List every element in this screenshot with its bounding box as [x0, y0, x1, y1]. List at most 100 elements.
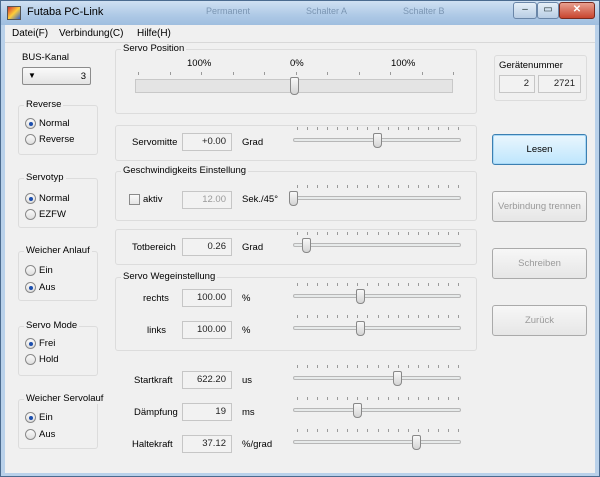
- rechts-field[interactable]: 100.00: [182, 289, 232, 307]
- verbindung-trennen-button[interactable]: Verbindung trennen: [492, 191, 587, 222]
- tick-mark: [438, 397, 439, 400]
- tick-mark: [458, 232, 459, 235]
- tick-mark: [327, 185, 328, 188]
- bus-kanal-label: BUS-Kanal: [22, 52, 69, 63]
- window-title: Futaba PC-Link: [27, 6, 104, 18]
- reverse-reverse-radio[interactable]: [25, 134, 36, 145]
- servomitte-field[interactable]: +0.00: [182, 133, 232, 151]
- lesen-button[interactable]: Lesen: [492, 134, 587, 165]
- servomitte-slider[interactable]: [373, 133, 382, 148]
- tick-mark: [378, 315, 379, 318]
- zurueck-button[interactable]: Zurück: [492, 305, 587, 336]
- tick-mark: [347, 365, 348, 368]
- haltekraft-field[interactable]: 37.12: [182, 435, 232, 453]
- tick-mark: [448, 315, 449, 318]
- tick-mark: [347, 127, 348, 130]
- tick-mark: [138, 72, 139, 75]
- servomitte-ticks: [297, 127, 459, 130]
- startkraft-slider[interactable]: [393, 371, 402, 386]
- menu-datei[interactable]: Datei(F): [12, 28, 48, 39]
- tick-mark: [347, 185, 348, 188]
- totbereich-field[interactable]: 0.26: [182, 238, 232, 256]
- tick-mark: [438, 429, 439, 432]
- servo-mode-frei-radio[interactable]: [25, 338, 36, 349]
- servo-position-label-center: 0%: [290, 58, 304, 69]
- reverse-normal-radio[interactable]: [25, 118, 36, 129]
- reverse-title: Reverse: [24, 99, 64, 110]
- tick-mark: [398, 315, 399, 318]
- startkraft-field[interactable]: 622.20: [182, 371, 232, 389]
- servo-mode-hold-label: Hold: [39, 354, 59, 365]
- weicher-servolauf-ein-radio[interactable]: [25, 412, 36, 423]
- links-field[interactable]: 100.00: [182, 321, 232, 339]
- ghost-tab: Permanent: [206, 6, 251, 16]
- tick-mark: [307, 232, 308, 235]
- tick-mark: [418, 232, 419, 235]
- geraetenummer-field-1[interactable]: 2: [499, 75, 535, 93]
- aktiv-checkbox[interactable]: [129, 194, 140, 205]
- daempfung-field[interactable]: 19: [182, 403, 232, 421]
- weicher-servolauf-aus-radio[interactable]: [25, 429, 36, 440]
- tick-mark: [453, 72, 454, 75]
- daempfung-ticks: [297, 397, 459, 400]
- bus-kanal-select[interactable]: ▼ 3: [22, 67, 91, 85]
- servotyp-ezfw-radio[interactable]: [25, 209, 36, 220]
- tick-mark: [428, 232, 429, 235]
- tick-mark: [307, 365, 308, 368]
- servo-mode-hold-radio[interactable]: [25, 354, 36, 365]
- tick-mark: [357, 185, 358, 188]
- tick-mark: [418, 397, 419, 400]
- close-button[interactable]: ✕: [559, 2, 595, 19]
- minimize-button[interactable]: –: [513, 2, 537, 19]
- daempfung-slider[interactable]: [353, 403, 362, 418]
- tick-mark: [388, 315, 389, 318]
- maximize-button[interactable]: ▭: [537, 2, 559, 19]
- title-bar[interactable]: Futaba PC-Link Permanent Schalter A Scha…: [1, 1, 599, 25]
- totbereich-slider[interactable]: [302, 238, 311, 253]
- tick-mark: [337, 185, 338, 188]
- weicher-anlauf-aus-radio[interactable]: [25, 282, 36, 293]
- servotyp-normal-radio[interactable]: [25, 193, 36, 204]
- tick-mark: [327, 232, 328, 235]
- tick-mark: [428, 185, 429, 188]
- menu-verbindung[interactable]: Verbindung(C): [59, 28, 123, 39]
- tick-mark: [398, 365, 399, 368]
- tick-mark: [357, 283, 358, 286]
- weicher-servolauf-group: Weicher Servolauf: [18, 393, 106, 449]
- schreiben-button[interactable]: Schreiben: [492, 248, 587, 279]
- tick-mark: [347, 429, 348, 432]
- haltekraft-track: [293, 440, 461, 444]
- rechts-unit: %: [242, 293, 251, 304]
- geschwindigkeit-slider[interactable]: [289, 191, 298, 206]
- tick-mark: [327, 127, 328, 130]
- tick-mark: [418, 127, 419, 130]
- daempfung-unit: ms: [242, 407, 255, 418]
- tick-mark: [327, 365, 328, 368]
- rechts-slider[interactable]: [356, 289, 365, 304]
- tick-mark: [357, 315, 358, 318]
- servotyp-normal-label: Normal: [39, 193, 70, 204]
- geschwindigkeit-field[interactable]: 12.00: [182, 191, 232, 209]
- totbereich-ticks: [297, 232, 459, 235]
- menu-hilfe[interactable]: Hilfe(H): [137, 28, 171, 39]
- close-icon: ✕: [572, 4, 582, 15]
- tick-mark: [337, 315, 338, 318]
- haltekraft-slider[interactable]: [412, 435, 421, 450]
- reverse-reverse-label: Reverse: [39, 134, 75, 145]
- geraetenummer-field-2[interactable]: 2721: [538, 75, 581, 93]
- tick-mark: [307, 127, 308, 130]
- weicher-servolauf-title: Weicher Servolauf: [24, 393, 106, 404]
- weicher-anlauf-ein-radio[interactable]: [25, 265, 36, 276]
- haltekraft-label: Haltekraft: [132, 439, 173, 450]
- bus-kanal-value: 3: [80, 71, 86, 82]
- wegeinstellung-group: Servo Wegeinstellung: [115, 271, 477, 351]
- links-slider[interactable]: [356, 321, 365, 336]
- dropdown-arrow-icon: ▼: [28, 71, 36, 80]
- geschwindigkeit-title: Geschwindigkeits Einstellung: [121, 165, 249, 176]
- tick-mark: [428, 397, 429, 400]
- daempfung-track: [293, 408, 461, 412]
- daempfung-label: Dämpfung: [134, 407, 178, 418]
- reverse-group: Reverse: [18, 99, 98, 155]
- tick-mark: [317, 127, 318, 130]
- tick-mark: [357, 232, 358, 235]
